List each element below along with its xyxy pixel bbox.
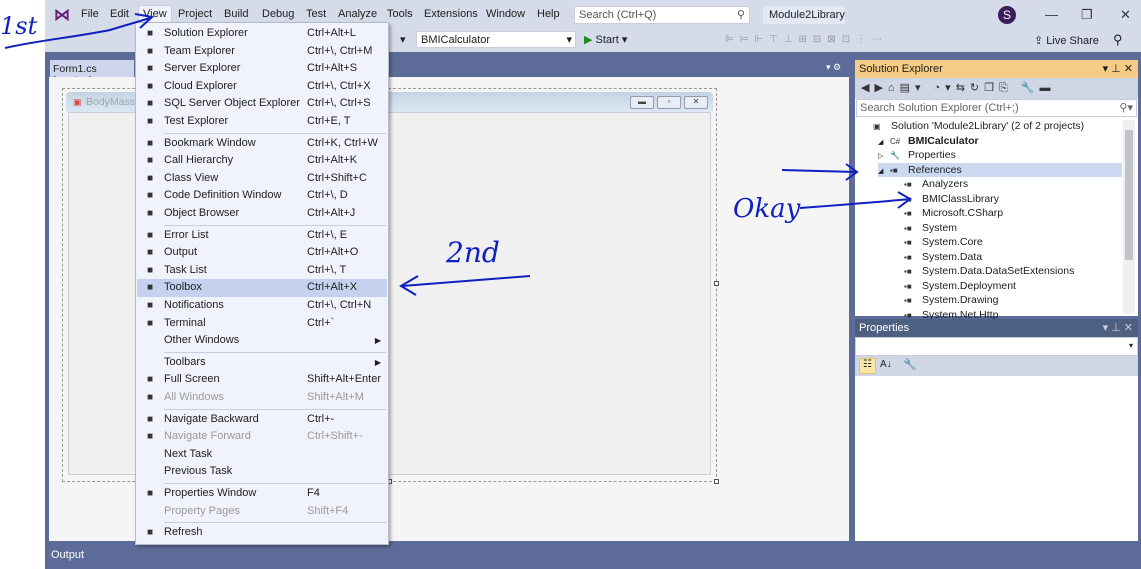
annotation-arrow-2nd bbox=[401, 275, 531, 287]
annotation-2nd: 2nd bbox=[446, 236, 500, 269]
annotation-arrow-okay bbox=[799, 198, 911, 209]
handwritten-annotations bbox=[4, 13, 912, 296]
annotation-arrow-references bbox=[781, 169, 857, 173]
annotation-okay: Okay bbox=[733, 194, 801, 224]
annotation-1st: 1st bbox=[0, 12, 38, 40]
